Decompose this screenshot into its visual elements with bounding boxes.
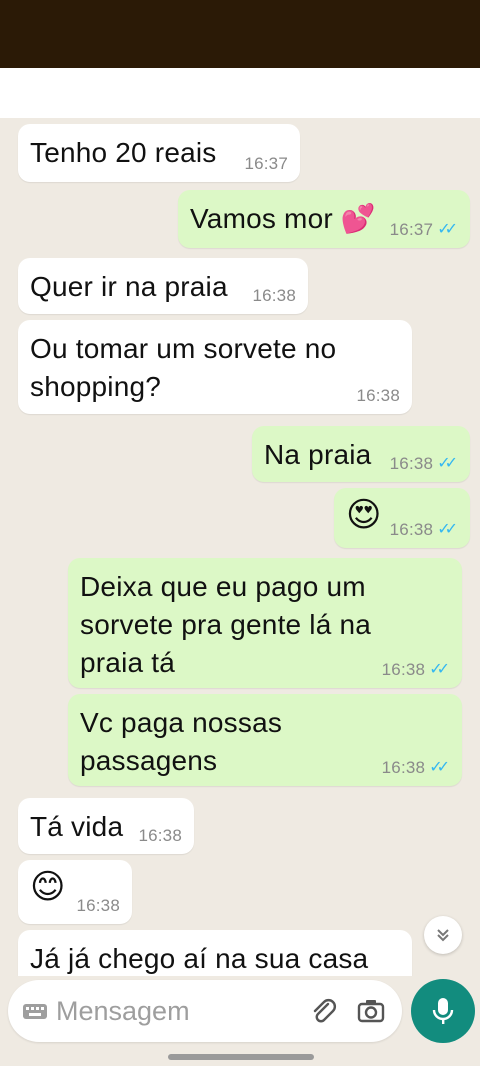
message-meta: 16:37 xyxy=(244,154,288,174)
message-bubble[interactable]: Quer ir na praia 16:38 xyxy=(18,258,308,314)
two-hearts-emoji: 💕 xyxy=(340,203,376,234)
double-check-icon: ✓✓ xyxy=(429,661,450,678)
scroll-to-bottom-button[interactable] xyxy=(424,916,462,954)
double-check-icon: ✓✓ xyxy=(437,455,458,472)
message-text: Tá vida xyxy=(30,811,124,842)
double-check-icon: ✓✓ xyxy=(437,521,458,538)
message-time: 16:38 xyxy=(356,386,400,405)
message-time: 16:38 xyxy=(138,826,182,845)
chevron-double-down-icon xyxy=(437,929,449,942)
smiling-face-emoji: 😊 xyxy=(30,868,66,906)
message-bubble[interactable]: Vc paga nossas passagens 16:38 ✓✓ xyxy=(68,694,462,786)
message-time: 16:38 xyxy=(252,286,296,305)
message-bubble[interactable]: Ou tomar um sorvete no shopping? 16:38 xyxy=(18,320,412,414)
message-text: Na praia xyxy=(264,439,372,470)
message-meta: 16:38 ✓✓ xyxy=(390,454,458,474)
message-bubble[interactable]: Vamos mor 💕 16:37 ✓✓ xyxy=(178,190,470,248)
status-bar xyxy=(0,0,480,68)
message-text: Deixa que eu pago um sorvete pra gente l… xyxy=(80,571,372,678)
message-bubble[interactable]: Deixa que eu pago um sorvete pra gente l… xyxy=(68,558,462,688)
message-text: Ou tomar um sorvete no shopping? xyxy=(30,333,337,402)
message-meta: 16:38 ✓✓ xyxy=(382,660,450,680)
message-bubble[interactable]: 😊 16:38 xyxy=(18,860,132,924)
message-text: Vamos mor xyxy=(190,203,333,234)
microphone-icon xyxy=(432,998,454,1024)
message-meta: 16:38 xyxy=(252,286,296,306)
message-bubble[interactable]: Tá vida 16:38 xyxy=(18,798,194,854)
message-bubble[interactable]: Tenho 20 reais 16:37 xyxy=(18,124,300,182)
message-meta: 16:37 ✓✓ xyxy=(390,220,458,240)
message-meta: 16:38 xyxy=(138,826,182,846)
message-bubble[interactable]: Na praia 16:38 ✓✓ xyxy=(252,426,470,482)
chat-area: Tenho 20 reais 16:37 Vamos mor 💕 16:37 ✓✓… xyxy=(0,118,480,976)
message-bubble[interactable]: 😍 16:38 ✓✓ xyxy=(334,488,470,548)
double-check-icon: ✓✓ xyxy=(437,221,458,238)
message-text: Quer ir na praia xyxy=(30,271,228,302)
keyboard-icon[interactable] xyxy=(22,998,48,1024)
message-time: 16:37 xyxy=(244,154,288,173)
message-text: Tenho 20 reais xyxy=(30,137,217,168)
message-text: Já já chego aí na sua casa xyxy=(30,943,369,974)
message-time: 16:37 xyxy=(389,220,434,239)
chat-header xyxy=(0,68,480,118)
message-time: 16:38 xyxy=(389,454,434,473)
message-text: Vc paga nossas passagens xyxy=(80,707,283,776)
microphone-button[interactable] xyxy=(411,979,475,1043)
message-composer[interactable]: Mensagem xyxy=(8,980,402,1042)
double-check-icon: ✓✓ xyxy=(429,759,450,776)
message-bubble[interactable]: Já já chego aí na sua casa xyxy=(18,930,412,976)
message-meta: 16:38 xyxy=(356,386,400,406)
camera-icon[interactable] xyxy=(356,996,386,1026)
message-time: 16:38 xyxy=(76,896,120,915)
message-time: 16:38 xyxy=(381,660,426,679)
message-meta: 16:38 xyxy=(76,896,120,916)
heart-eyes-emoji: 😍 xyxy=(346,496,382,534)
message-input[interactable]: Mensagem xyxy=(56,994,190,1028)
message-time: 16:38 xyxy=(389,520,434,539)
message-meta: 16:38 ✓✓ xyxy=(390,520,458,540)
message-time: 16:38 xyxy=(381,758,426,777)
home-gesture-bar[interactable] xyxy=(168,1054,314,1060)
paperclip-icon[interactable] xyxy=(308,996,338,1026)
message-meta: 16:38 ✓✓ xyxy=(382,758,450,778)
